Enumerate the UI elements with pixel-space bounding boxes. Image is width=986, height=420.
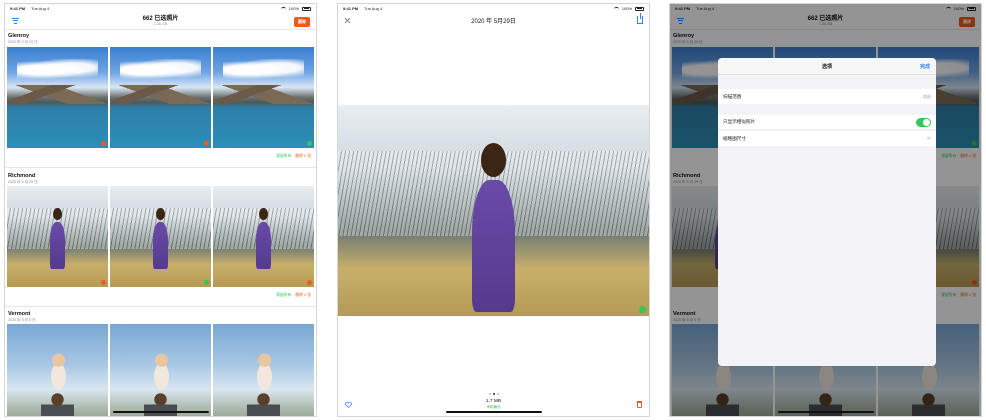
group-title: Glenroy xyxy=(8,33,30,39)
option-thumbnail-size[interactable]: 缩略图尺寸 中 xyxy=(718,131,936,146)
photo-row xyxy=(7,47,314,148)
status-time: 9:41 PM xyxy=(10,6,26,11)
status-bar: 9:41 PM Tue Aug 4 100% xyxy=(5,4,316,13)
page-title: 2020 年 5月29日 xyxy=(471,18,516,25)
status-battery: 100% xyxy=(288,6,299,11)
photo-thumbnail[interactable] xyxy=(213,186,314,287)
divider xyxy=(5,306,316,307)
home-indicator xyxy=(112,411,209,413)
page-title: 662 已选照片 xyxy=(142,15,179,22)
sheet-title: 选项 xyxy=(821,63,832,70)
photo-thumbnail[interactable] xyxy=(110,186,211,287)
filter-menu-icon[interactable] xyxy=(12,18,19,25)
photo-row xyxy=(7,324,314,416)
option-value: 中 xyxy=(927,135,931,141)
screen-options: 9:41 PM Tue Aug 4 100% 662 已选照片 1.35 GB … xyxy=(669,3,982,417)
delete-count-link[interactable]: 删除 2 张 xyxy=(295,154,311,159)
page-dots xyxy=(488,393,499,395)
done-button[interactable]: 完成 xyxy=(920,63,930,70)
option-similar-only: 只显示相似照片 xyxy=(718,115,936,130)
nav-bar: 2020 年 5月29日 xyxy=(338,13,649,30)
battery-icon xyxy=(635,6,644,11)
photo-status: 本机最佳 xyxy=(486,404,501,409)
trash-icon[interactable] xyxy=(637,401,642,408)
keep-badge-icon xyxy=(639,306,646,313)
photo-thumbnail[interactable] xyxy=(110,324,211,416)
close-icon[interactable] xyxy=(344,17,351,24)
home-indicator xyxy=(777,411,874,413)
group-date: 2020 年 5 月 5 日 xyxy=(8,318,36,322)
photo-thumbnail[interactable] xyxy=(213,47,314,148)
keep-all-link[interactable]: 保留所有 xyxy=(276,293,291,298)
keep-badge-icon xyxy=(307,141,312,146)
delete-badge-icon xyxy=(101,280,106,285)
keep-all-link[interactable]: 保留所有 xyxy=(276,154,291,159)
share-icon[interactable] xyxy=(637,13,643,24)
photo-full[interactable] xyxy=(338,105,649,316)
battery-icon xyxy=(302,6,311,11)
delete-badge-icon xyxy=(101,141,106,146)
similar-only-toggle[interactable] xyxy=(916,117,931,127)
home-indicator xyxy=(445,411,542,413)
delete-badge-icon xyxy=(204,141,209,146)
option-label: 缩略图尺寸 xyxy=(723,135,746,141)
status-date: Tue Aug 4 xyxy=(364,6,383,11)
photo-thumbnail[interactable] xyxy=(7,324,108,416)
photo-thumbnail[interactable] xyxy=(110,47,211,148)
wifi-icon xyxy=(280,6,286,11)
status-bar: 9:41 PM Tue Aug 4 100% xyxy=(338,4,649,13)
delete-badge-icon xyxy=(307,280,312,285)
photo-thumbnail[interactable] xyxy=(7,186,108,287)
option-label: 扫描范围 xyxy=(723,93,742,99)
page-subtitle: 1.35 GB xyxy=(153,21,168,26)
option-scan-scope[interactable]: 扫描范围 相册 xyxy=(718,89,936,104)
photo-thumbnail[interactable] xyxy=(7,47,108,148)
group-title: Richmond xyxy=(8,173,36,179)
keep-badge-icon xyxy=(204,280,209,285)
delete-count-link[interactable]: 删除 2 张 xyxy=(295,293,311,298)
option-value: 相册 xyxy=(923,93,931,99)
photo-row xyxy=(7,186,314,287)
option-label: 只显示相似照片 xyxy=(723,119,756,124)
photo-thumbnail[interactable] xyxy=(213,324,314,416)
group-date: 2020 年 5 月 29 日 xyxy=(8,180,38,184)
screen-photo-list: 9:41 PM Tue Aug 4 100% 662 已选照片 1.35 GB … xyxy=(4,3,317,417)
screen-photo-detail: 9:41 PM Tue Aug 4 100% 2020 年 5月29日 1.7 … xyxy=(337,3,650,417)
status-date: Tue Aug 4 xyxy=(31,6,50,11)
status-battery: 100% xyxy=(621,6,632,11)
group-title: Vermont xyxy=(8,311,31,317)
delete-button[interactable]: 删除 xyxy=(294,17,310,27)
nav-bar: 662 已选照片 1.35 GB 删除 xyxy=(5,13,316,30)
wifi-icon xyxy=(613,6,619,11)
status-time: 9:41 PM xyxy=(343,6,359,11)
options-sheet: 选项 完成 扫描范围 相册 只显示相似照片 缩略图尺寸 中 xyxy=(718,58,936,366)
divider xyxy=(5,167,316,168)
group-date: 2020 年 5 月 29 日 xyxy=(8,40,38,44)
